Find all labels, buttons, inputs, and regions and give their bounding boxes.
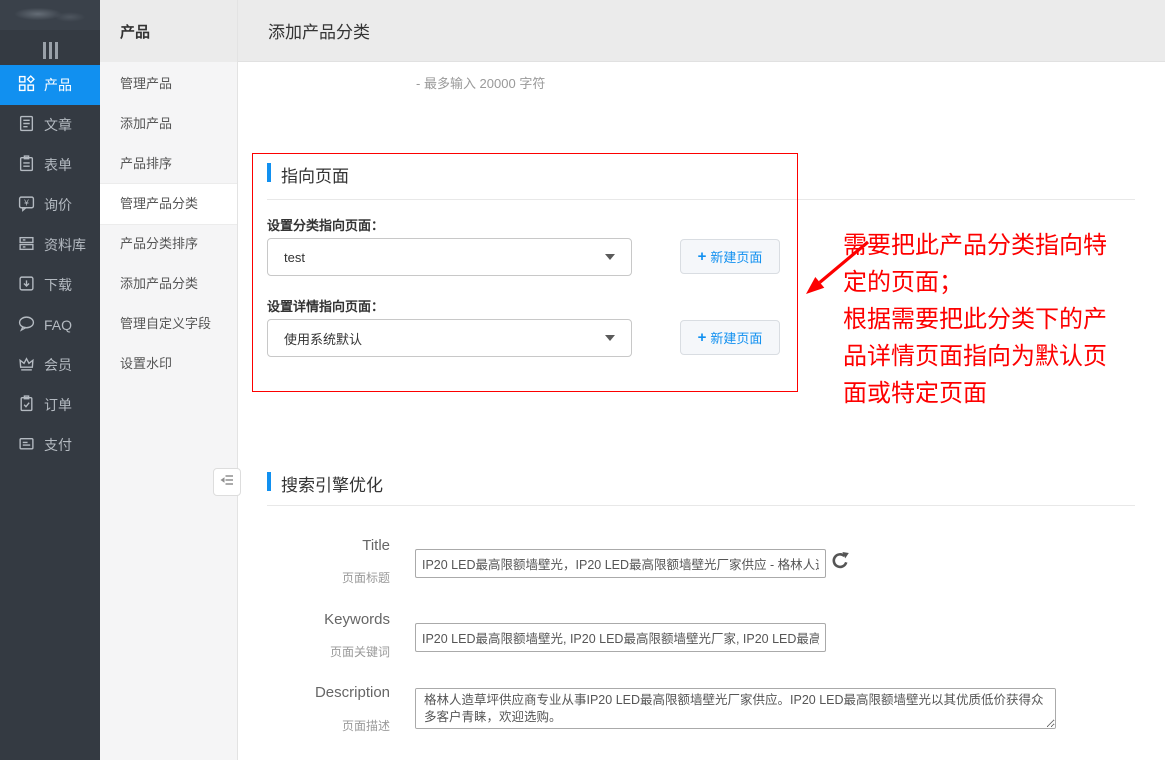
detail-page-select-value: 使用系统默认 xyxy=(284,329,362,348)
primary-nav: 产品 文章 表单 ¥ 询价 资料库 下载 xyxy=(0,65,100,465)
sidebar-item-forms[interactable]: 表单 xyxy=(0,145,100,185)
section-divider xyxy=(267,199,1135,200)
sidebar-item-library[interactable]: 资料库 xyxy=(0,225,100,265)
collapse-sidebar-button[interactable] xyxy=(213,468,241,496)
char-limit-note: - 最多输入 20000 字符 xyxy=(416,73,545,92)
sidebar-item-label: 文章 xyxy=(44,115,72,135)
new-page-button-category[interactable]: + 新建页面 xyxy=(680,239,780,274)
secondary-sidebar: 产品 管理产品 添加产品 产品排序 管理产品分类 产品分类排序 添加产品分类 管… xyxy=(100,0,238,760)
page-header: 添加产品分类 xyxy=(238,0,1165,62)
section-divider xyxy=(267,505,1135,506)
new-page-button-label: 新建页面 xyxy=(710,247,762,266)
sidebar-item-inquiry[interactable]: ¥ 询价 xyxy=(0,185,100,225)
keywords-field-sublabel: 页面关键词 xyxy=(250,643,390,660)
chevron-down-icon xyxy=(605,254,615,260)
point-section-title: 指向页面 xyxy=(281,162,349,187)
sidebar-item-faq[interactable]: FAQ xyxy=(0,305,100,345)
sidebar-item-label: FAQ xyxy=(44,317,72,333)
submenu-item-manage-categories[interactable]: 管理产品分类 xyxy=(100,184,237,224)
category-page-select-value: test xyxy=(284,250,305,265)
sidebar-item-orders[interactable]: 订单 xyxy=(0,385,100,425)
annotation-text: 需要把此产品分类指向特 定的页面； 根据需要把此分类下的产 品详情页面指向为默认… xyxy=(843,228,1165,413)
category-page-label: 设置分类指向页面： xyxy=(267,215,384,234)
section-accent-bar xyxy=(267,472,271,491)
seo-description-textarea[interactable]: 格林人造草坪供应商专业从事IP20 LED最高限额墙壁光厂家供应。IP20 LE… xyxy=(415,688,1056,729)
page-title: 添加产品分类 xyxy=(268,18,370,43)
chevron-down-icon xyxy=(605,335,615,341)
annotation-arrow-icon xyxy=(798,238,873,300)
plus-icon: + xyxy=(698,249,707,264)
sidebar-item-label: 产品 xyxy=(44,75,72,95)
section-accent-bar xyxy=(267,163,271,182)
detail-page-select[interactable]: 使用系统默认 xyxy=(267,319,632,357)
article-icon xyxy=(18,115,35,135)
description-field-sublabel: 页面描述 xyxy=(250,717,390,734)
download-icon xyxy=(18,275,35,295)
sidebar-item-members[interactable]: 会员 xyxy=(0,345,100,385)
site-logo[interactable] xyxy=(0,0,100,30)
member-crown-icon xyxy=(18,355,35,375)
submenu-item-category-sort[interactable]: 产品分类排序 xyxy=(100,224,237,264)
title-field-sublabel: 页面标题 xyxy=(250,569,390,586)
sidebar-item-products[interactable]: 产品 xyxy=(0,65,100,105)
sidebar-item-label: 表单 xyxy=(44,155,72,175)
title-field-label: Title xyxy=(250,537,390,554)
app-window: 产品 文章 表单 ¥ 询价 资料库 下载 xyxy=(0,0,1165,760)
grid-icon xyxy=(18,75,35,95)
sidebar-item-label: 询价 xyxy=(44,195,72,215)
sidebar-grip-icon[interactable] xyxy=(0,42,100,59)
sidebar-item-label: 会员 xyxy=(44,355,72,375)
primary-sidebar: 产品 文章 表单 ¥ 询价 资料库 下载 xyxy=(0,0,100,760)
submenu-title: 产品 xyxy=(100,0,237,62)
sidebar-item-payments[interactable]: 支付 xyxy=(0,425,100,465)
sidebar-item-label: 支付 xyxy=(44,435,72,455)
submenu-list: 管理产品 添加产品 产品排序 管理产品分类 产品分类排序 添加产品分类 管理自定… xyxy=(100,62,237,384)
description-field-label: Description xyxy=(250,684,390,701)
keywords-field-label: Keywords xyxy=(250,611,390,628)
submenu-item-manage-products[interactable]: 管理产品 xyxy=(100,64,237,104)
plus-icon: + xyxy=(698,330,707,345)
sidebar-item-downloads[interactable]: 下载 xyxy=(0,265,100,305)
sidebar-item-label: 订单 xyxy=(44,395,72,415)
category-page-select[interactable]: test xyxy=(267,238,632,276)
order-icon xyxy=(18,395,35,415)
submenu-item-watermark[interactable]: 设置水印 xyxy=(100,344,237,384)
inquiry-icon: ¥ xyxy=(18,195,35,215)
sidebar-item-label: 资料库 xyxy=(44,235,86,255)
new-page-button-label: 新建页面 xyxy=(710,328,762,347)
form-icon xyxy=(18,155,35,175)
seo-section-title: 搜索引擎优化 xyxy=(281,471,383,496)
seo-keywords-input[interactable] xyxy=(415,623,826,652)
faq-icon xyxy=(18,315,35,335)
sidebar-item-articles[interactable]: 文章 xyxy=(0,105,100,145)
svg-text:¥: ¥ xyxy=(23,197,29,207)
submenu-item-add-product[interactable]: 添加产品 xyxy=(100,104,237,144)
collapse-icon xyxy=(220,473,234,492)
submenu-item-custom-fields[interactable]: 管理自定义字段 xyxy=(100,304,237,344)
new-page-button-detail[interactable]: + 新建页面 xyxy=(680,320,780,355)
detail-page-label: 设置详情指向页面： xyxy=(267,296,384,315)
submenu-item-product-sort[interactable]: 产品排序 xyxy=(100,144,237,184)
library-icon xyxy=(18,235,35,255)
sidebar-item-label: 下载 xyxy=(44,275,72,295)
payment-icon xyxy=(18,435,35,455)
seo-title-input[interactable] xyxy=(415,549,826,578)
submenu-item-add-category[interactable]: 添加产品分类 xyxy=(100,264,237,304)
refresh-icon[interactable] xyxy=(830,551,850,571)
